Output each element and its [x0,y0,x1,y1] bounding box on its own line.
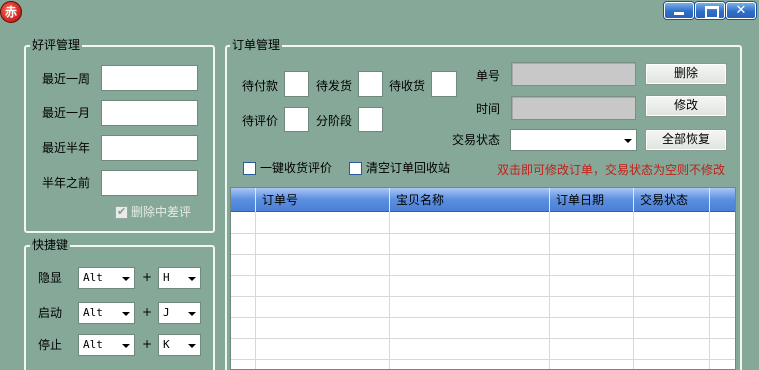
one-click-review-checkbox[interactable] [243,162,256,175]
column-divider [255,212,256,369]
close-button[interactable]: ✕ [726,2,756,19]
close-icon: ✕ [735,3,747,18]
shortcut-start-mod-select[interactable]: Alt [78,302,135,324]
staged-label: 分阶段 [316,114,353,128]
review-month-label: 最近一月 [42,106,91,120]
time-field[interactable] [511,96,636,120]
shortcut-stop-label: 停止 [38,338,63,352]
review-group-title: 好评管理 [30,38,83,52]
review-halfyear-label: 最近半年 [42,141,91,155]
column-divider [709,212,710,369]
maximize-button[interactable] [695,2,725,19]
shortcut-start-key-select[interactable]: J [158,302,201,324]
chevron-down-icon [188,312,196,316]
time-label: 时间 [476,102,501,116]
pending-receipt-field[interactable] [431,71,457,97]
column-header-filler [709,188,735,212]
plus-sign: + [142,337,153,351]
shortcut-start-mod-value: Alt [83,306,103,319]
shortcut-start-key-value: J [163,306,170,319]
delete-button[interactable]: 删除 [645,63,727,85]
edit-hint-text: 双击即可修改订单，交易状态为空则不修改 [497,163,726,177]
shortcut-stop-key-value: K [163,338,170,351]
shortcut-toggle-label: 隐显 [38,271,63,285]
review-older-label: 半年之前 [42,176,91,190]
shortcut-toggle-mod-select[interactable]: Alt [78,267,135,289]
review-week-field[interactable] [101,65,198,91]
row-divider [231,359,735,360]
shortcut-start-label: 启动 [38,306,63,320]
pending-shipment-label: 待发货 [316,79,353,93]
trade-status-select[interactable] [510,129,637,151]
restore-all-button[interactable]: 全部恢复 [645,129,727,151]
shortcut-stop-mod-select[interactable]: Alt [78,334,135,356]
row-divider [231,338,735,339]
column-header-order-no[interactable]: 订单号 [255,188,389,212]
plus-sign: + [142,270,153,284]
pending-review-label: 待评价 [242,114,279,128]
order-no-field[interactable] [511,62,636,86]
chevron-down-icon [188,277,196,281]
column-divider [389,212,390,369]
pending-payment-label: 待付款 [242,79,279,93]
column-divider [633,212,634,369]
delete-bad-review-label: 删除中差评 [131,205,192,219]
shortcut-toggle-key-value: H [163,271,170,284]
review-month-field[interactable] [101,100,198,126]
shortcut-toggle-mod-value: Alt [83,271,103,284]
pending-review-field[interactable] [284,107,309,132]
clear-recycle-checkbox[interactable] [349,162,362,175]
minimize-button[interactable] [664,2,694,19]
column-header-order-date[interactable]: 订单日期 [549,188,633,212]
minimize-icon [665,3,693,18]
row-divider [231,296,735,297]
orders-table[interactable]: 订单号 宝贝名称 订单日期 交易状态 [230,187,736,370]
chevron-down-icon [122,277,130,281]
chevron-down-icon [122,312,130,316]
order-group-title: 订单管理 [230,38,283,52]
row-divider [231,254,735,255]
column-header-item-name[interactable]: 宝贝名称 [389,188,549,212]
review-week-label: 最近一周 [42,72,91,86]
review-halfyear-field[interactable] [101,135,198,161]
app-icon: 赤 [0,1,22,23]
one-click-review-label: 一键收货评价 [260,161,333,175]
staged-field[interactable] [358,107,383,132]
delete-bad-review-checkbox[interactable] [115,205,128,219]
shortcut-toggle-key-select[interactable]: H [158,267,201,289]
maximize-icon [696,3,724,19]
row-divider [231,275,735,276]
pending-shipment-field[interactable] [358,71,383,97]
shortcut-stop-mod-value: Alt [83,338,103,351]
column-header-trade-status[interactable]: 交易状态 [633,188,709,212]
row-divider [231,317,735,318]
plus-sign: + [142,305,153,319]
column-divider [549,212,550,369]
shortcut-stop-key-select[interactable]: K [158,334,201,356]
trade-status-label: 交易状态 [452,133,501,147]
modify-button[interactable]: 修改 [645,95,727,117]
row-divider [231,233,735,234]
clear-recycle-label: 清空订单回收站 [366,161,451,175]
shortcut-group-title: 快捷键 [30,238,71,252]
order-no-label: 单号 [476,69,501,83]
chevron-down-icon [122,344,130,348]
row-header-corner [231,188,255,212]
review-older-field[interactable] [101,170,198,196]
chevron-down-icon [188,344,196,348]
pending-payment-field[interactable] [284,71,309,97]
table-header: 订单号 宝贝名称 订单日期 交易状态 [231,188,735,212]
chevron-down-icon [624,139,632,143]
pending-receipt-label: 待收货 [389,79,426,93]
